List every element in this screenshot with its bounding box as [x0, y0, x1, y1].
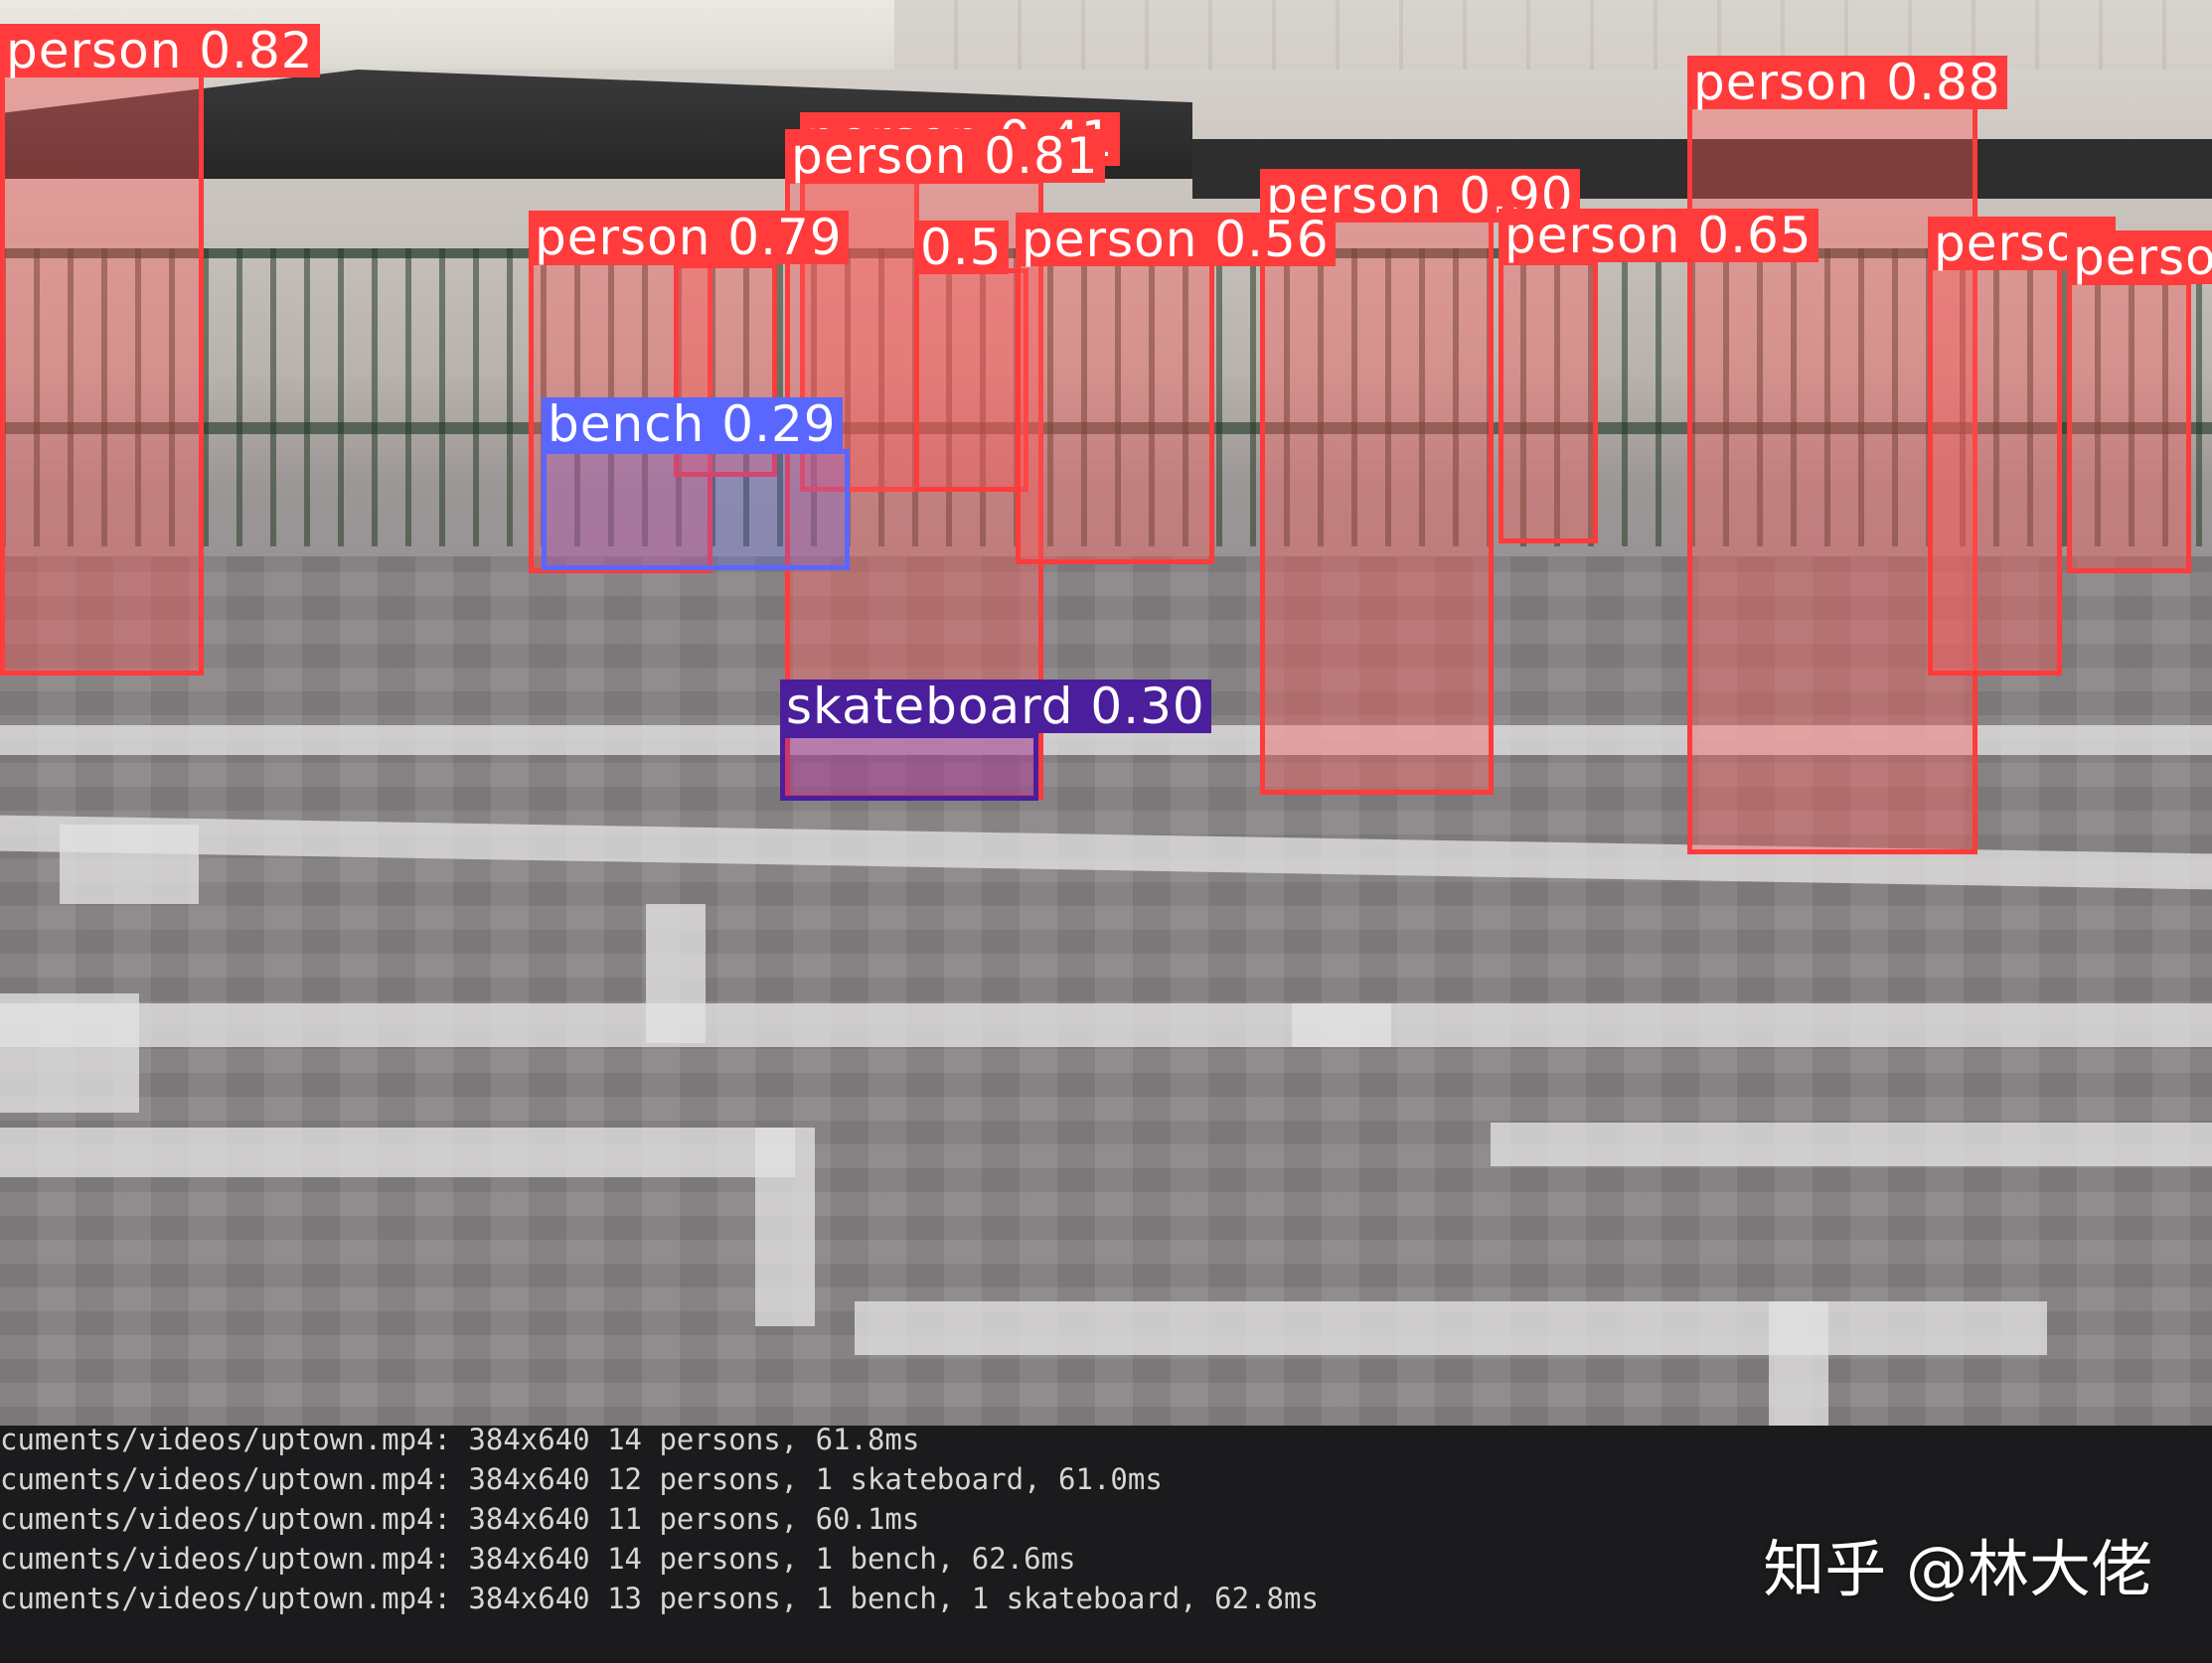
pavement-stripe [1491, 1123, 2212, 1166]
pavement-stripe [646, 904, 706, 1043]
video-frame: person 0.82 person 0.88 person 0.41 pers… [0, 0, 2212, 1426]
building-windows [894, 0, 2212, 70]
detection-label: person 0.56 [1016, 213, 1336, 266]
detection-box-person [2067, 280, 2191, 573]
log-line: cuments/videos/uptown.mp4: 384x640 14 pe… [0, 1426, 920, 1456]
detection-box-person [1928, 263, 2062, 676]
pavement-stripe [755, 1128, 815, 1326]
detection-box-person [1016, 260, 1214, 564]
detection-label: bench 0.29 [542, 397, 843, 451]
detection-label: person 0.88 [1687, 56, 2007, 109]
detection-label: person 0.81 [785, 129, 1105, 183]
detection-box-skateboard [780, 733, 1038, 801]
detection-label: person 0.65 [1499, 209, 1818, 262]
detection-label: perso [2067, 230, 2212, 284]
detection-box-person [1499, 260, 1598, 543]
detection-label: skateboard 0.30 [780, 680, 1211, 733]
pavement-stripe [0, 1128, 795, 1177]
pavement-stripe [855, 1301, 2047, 1355]
pavement-stripe [0, 993, 139, 1113]
log-line: cuments/videos/uptown.mp4: 384x640 12 pe… [0, 1462, 1163, 1496]
detection-box-bench [542, 449, 850, 570]
log-line: cuments/videos/uptown.mp4: 384x640 11 pe… [0, 1502, 920, 1536]
detection-box-person [1260, 214, 1494, 795]
pavement-stripe [1292, 1003, 2212, 1047]
pavement-stripe [60, 825, 199, 904]
detection-box-person [914, 268, 1028, 492]
detection-label: person 0.79 [529, 211, 849, 264]
pavement-stripe [1769, 1301, 1828, 1426]
detection-box-person [0, 70, 204, 676]
detection-label: 0.5 [914, 221, 1009, 274]
watermark: 知乎 @林大佬 [1763, 1533, 2152, 1605]
log-line: cuments/videos/uptown.mp4: 384x640 13 pe… [0, 1582, 1319, 1615]
log-line: cuments/videos/uptown.mp4: 384x640 14 pe… [0, 1542, 1076, 1576]
detection-label: person 0.82 [0, 24, 320, 77]
